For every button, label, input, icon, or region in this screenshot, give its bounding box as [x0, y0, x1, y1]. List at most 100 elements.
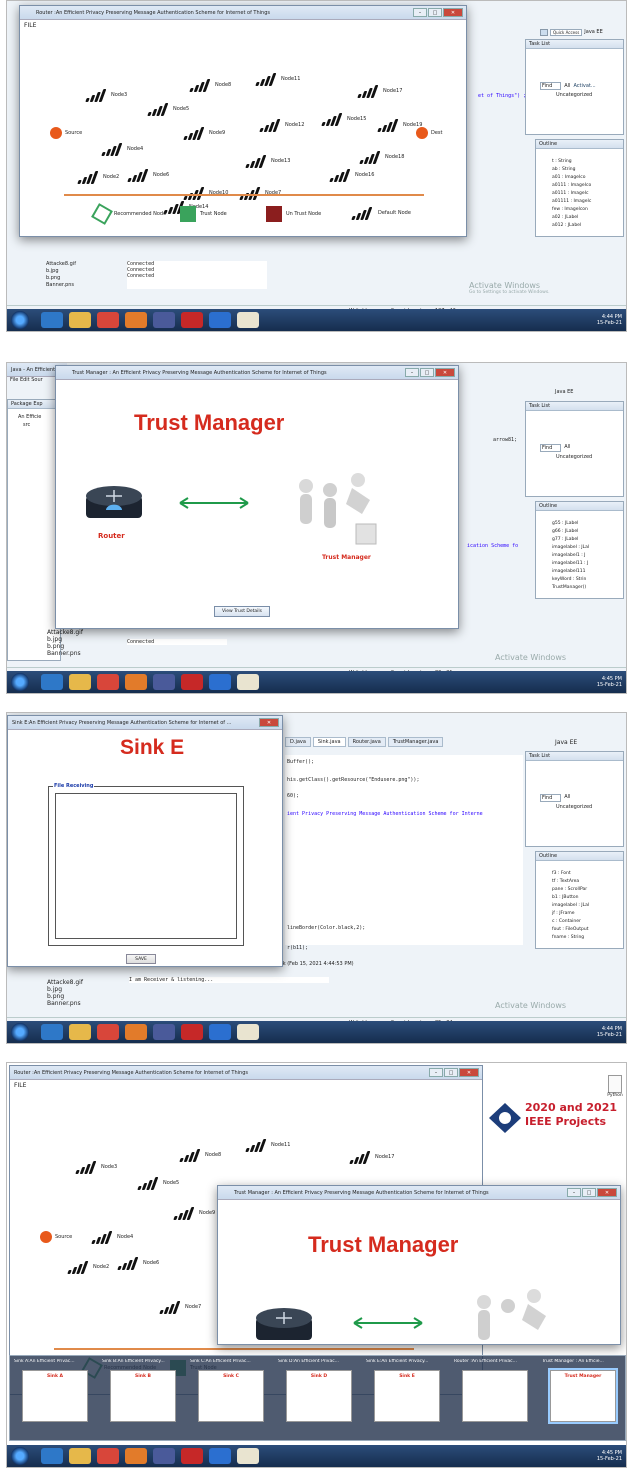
network-node[interactable]: Node7	[159, 1300, 201, 1314]
outline-item[interactable]: imagelabel111	[552, 568, 589, 576]
activate-link[interactable]: Activat...	[573, 83, 595, 89]
task-list-header[interactable]: Task List	[526, 40, 623, 49]
outline-item[interactable]: c : Container	[552, 918, 589, 926]
taskbar-eclipse-icon[interactable]	[153, 1448, 175, 1464]
uncategorized-item[interactable]: Uncategorized	[556, 454, 592, 460]
quick-access-label[interactable]: Quick Access	[550, 28, 583, 36]
find-input[interactable]: Find	[540, 794, 562, 802]
ide-menu[interactable]: File Edit Sour	[10, 377, 43, 383]
outline-item[interactable]: a01111 : ImageIc	[552, 198, 591, 206]
switcher-thumbnail[interactable]: Sink C	[198, 1370, 264, 1422]
outline-item[interactable]: tf : TextArea	[552, 878, 589, 886]
switcher-thumbnail[interactable]: Sink B	[110, 1370, 176, 1422]
system-clock[interactable]: 4:44 PM 15-Feb-21	[597, 1026, 622, 1038]
taskbar-explorer-icon[interactable]	[69, 674, 91, 690]
editor-tab[interactable]: D.java	[285, 737, 311, 747]
outline-item[interactable]: jf : JFrame	[552, 910, 589, 918]
all-filter[interactable]: All	[564, 794, 570, 802]
taskbar-app-icon[interactable]	[209, 312, 231, 328]
task-list-header[interactable]: Task List	[526, 752, 623, 761]
outline-item[interactable]: fname : String	[552, 934, 589, 942]
close-icon[interactable]: ✕	[597, 1188, 617, 1197]
outline-item[interactable]: imagelabel11 : J	[552, 560, 589, 568]
network-node[interactable]: Node7	[239, 186, 281, 200]
network-node[interactable]: Node8	[189, 78, 231, 92]
outline-item[interactable]: imagelabel : JLal	[552, 544, 589, 552]
minimize-icon[interactable]: –	[405, 368, 419, 377]
taskbar-java-icon[interactable]	[237, 674, 259, 690]
taskbar-java-icon[interactable]	[237, 1024, 259, 1040]
task-list-header[interactable]: Task List	[526, 402, 623, 411]
taskbar-firefox-icon[interactable]	[125, 674, 147, 690]
system-clock[interactable]: 4:45 PM 15-Feb-21	[597, 1450, 622, 1462]
taskbar-ie-icon[interactable]	[41, 1024, 63, 1040]
network-node[interactable]: Node10	[183, 186, 228, 200]
outline-item[interactable]: ab : String	[552, 166, 591, 174]
outline-item[interactable]: g66 : JLabel	[552, 528, 589, 536]
package-file[interactable]: b.jpg	[47, 986, 83, 993]
start-button[interactable]	[11, 311, 29, 329]
outline-item[interactable]: pane : ScrollPar	[552, 886, 589, 894]
package-file[interactable]: Banner.pns	[46, 282, 122, 289]
switcher-thumbnail[interactable]	[462, 1370, 528, 1422]
received-file-textarea[interactable]	[55, 793, 237, 939]
package-file[interactable]: b.jpg	[47, 636, 83, 643]
taskbar-pdf-icon[interactable]	[181, 674, 203, 690]
network-node[interactable]: Node17	[357, 84, 402, 98]
package-file[interactable]: b.jpg	[46, 268, 122, 275]
editor-tab[interactable]: Sink.java	[312, 737, 346, 747]
network-node[interactable]: Node4	[101, 142, 143, 156]
minimize-icon[interactable]: –	[429, 1068, 443, 1077]
save-button[interactable]: SAVE	[126, 954, 156, 964]
network-node[interactable]: Node3	[75, 1160, 117, 1174]
package-file[interactable]: Attacke8.gif	[47, 629, 83, 636]
package-file[interactable]: b.png	[46, 275, 122, 282]
switcher-window-label[interactable]: Sink B:An Efficient Privacy...	[102, 1359, 188, 1364]
taskbar-eclipse-icon[interactable]	[153, 1024, 175, 1040]
dest-node[interactable]: Dest	[416, 126, 443, 139]
java-ee-perspective[interactable]: Java EE	[584, 29, 602, 35]
src-node[interactable]: src	[18, 421, 60, 429]
package-file[interactable]: Banner.pns	[47, 650, 83, 657]
package-file[interactable]: Attacke8.gif	[46, 261, 122, 268]
switcher-window-label[interactable]: Sink A:An Efficient Privac...	[14, 1359, 100, 1364]
network-node[interactable]: Node9	[173, 1206, 215, 1220]
quick-access-icon[interactable]	[540, 28, 548, 36]
outline-item[interactable]: a02 : JLabel	[552, 214, 591, 222]
maximize-icon[interactable]: □	[428, 8, 442, 17]
system-clock[interactable]: 4:44 PM 15-Feb-21	[597, 314, 622, 326]
source-node[interactable]: Source	[40, 1231, 72, 1243]
maximize-icon[interactable]: □	[420, 368, 434, 377]
taskbar-app-icon[interactable]	[209, 1024, 231, 1040]
network-node[interactable]: Node3	[85, 88, 127, 102]
outline-item[interactable]: a01 : ImageIco	[552, 174, 591, 182]
switcher-window-label[interactable]: Trust Manager : An Efficie...	[542, 1359, 626, 1364]
find-input[interactable]: Find	[540, 444, 562, 452]
taskbar-ie-icon[interactable]	[41, 1448, 63, 1464]
switcher-thumbnail[interactable]: Sink D	[286, 1370, 352, 1422]
taskbar-firefox-icon[interactable]	[125, 1024, 147, 1040]
network-node[interactable]: Node17	[349, 1150, 394, 1164]
outline-item[interactable]: t : String	[552, 158, 591, 166]
network-node[interactable]: Node5	[147, 102, 189, 116]
outline-item[interactable]: a012 : JLabel	[552, 222, 591, 230]
file-menu[interactable]: FILE	[24, 22, 36, 29]
outline-item[interactable]: keyWord : Strin	[552, 576, 589, 584]
taskbar-chrome-icon[interactable]	[97, 1024, 119, 1040]
switcher-window-label[interactable]: Sink D:An Efficient Privac...	[278, 1359, 364, 1364]
taskbar-explorer-icon[interactable]	[69, 1024, 91, 1040]
outline-header[interactable]: Outline	[536, 852, 623, 861]
close-icon[interactable]: ✕	[459, 1068, 479, 1077]
all-filter[interactable]: All	[564, 83, 570, 89]
network-node[interactable]: Node6	[127, 168, 169, 182]
taskbar-app-icon[interactable]	[209, 1448, 231, 1464]
network-node[interactable]: Node18	[359, 150, 404, 164]
close-icon[interactable]: ✕	[259, 718, 279, 727]
taskbar-eclipse-icon[interactable]	[153, 312, 175, 328]
source-node[interactable]: Source	[50, 126, 82, 139]
outline-item[interactable]: TrustManager()	[552, 584, 589, 592]
network-node[interactable]: Node2	[67, 1260, 109, 1274]
package-file[interactable]: b.png	[47, 643, 83, 650]
switcher-window-label[interactable]: Sink E:An Efficient Privacy...	[366, 1359, 452, 1364]
outline-item[interactable]: b1 : JButton	[552, 894, 589, 902]
